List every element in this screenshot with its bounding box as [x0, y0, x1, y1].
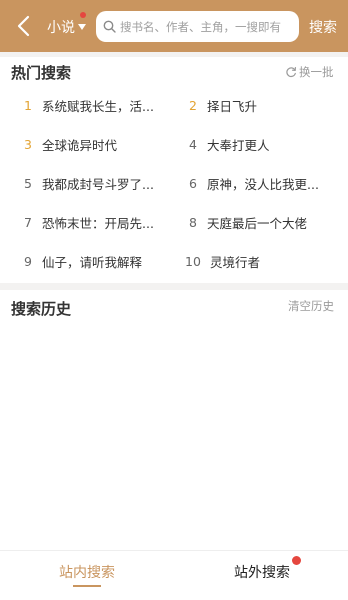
rank-number: 9 [24, 253, 32, 269]
rank-number: 3 [24, 136, 32, 152]
book-title: 择日飞升 [207, 98, 258, 114]
active-tab-indicator [73, 585, 101, 587]
tab-outside-search[interactable]: 站外搜索 [234, 562, 290, 582]
rank-number: 8 [189, 214, 197, 230]
hot-item[interactable]: 10 灵境行者 [182, 250, 260, 272]
search-button[interactable]: 搜索 [309, 17, 337, 37]
book-title: 仙子，请听我解释 [42, 254, 143, 270]
back-arrow-icon[interactable] [14, 14, 36, 38]
divider [0, 283, 348, 290]
divider [0, 52, 348, 57]
rank-number: 5 [24, 175, 32, 191]
hot-item[interactable]: 5 我都成封号斗罗了... [20, 172, 154, 194]
category-dropdown[interactable]: 小说 [47, 12, 86, 37]
top-bar: 小说 搜索 [0, 0, 348, 52]
category-label: 小说 [47, 20, 75, 36]
search-bar[interactable] [96, 11, 299, 42]
hot-item[interactable]: 8 天庭最后一个大佬 [185, 211, 307, 233]
chevron-down-icon [78, 24, 86, 30]
refresh-label: 换一批 [299, 65, 334, 79]
book-title: 我都成封号斗罗了... [42, 176, 154, 192]
rank-number: 7 [24, 214, 32, 230]
rank-number: 2 [189, 97, 197, 113]
search-input[interactable] [120, 19, 299, 34]
hot-item[interactable]: 1 系统赋我长生，活... [20, 94, 154, 116]
notification-dot [292, 556, 301, 565]
hot-item[interactable]: 6 原神，没人比我更... [185, 172, 319, 194]
hot-search-title: 热门搜索 [11, 64, 72, 82]
tab-inside-search[interactable]: 站内搜索 [59, 562, 115, 582]
book-title: 灵境行者 [210, 254, 261, 270]
book-title: 恐怖末世：开局先... [42, 215, 154, 231]
hot-item[interactable]: 2 择日飞升 [185, 94, 257, 116]
book-title: 天庭最后一个大佬 [207, 215, 308, 231]
book-title: 全球诡异时代 [42, 137, 118, 153]
hot-item[interactable]: 9 仙子，请听我解释 [20, 250, 142, 272]
search-icon [103, 20, 116, 33]
rank-number: 6 [189, 175, 197, 191]
hot-item[interactable]: 4 大奉打更人 [185, 133, 270, 155]
book-title: 系统赋我长生，活... [42, 98, 154, 114]
hot-item[interactable]: 7 恐怖末世：开局先... [20, 211, 154, 233]
clear-history-button[interactable]: 清空历史 [288, 298, 334, 314]
notification-dot [80, 12, 86, 18]
rank-number: 4 [189, 136, 197, 152]
refresh-icon [286, 67, 296, 78]
rank-number: 1 [24, 97, 32, 113]
hot-item[interactable]: 3 全球诡异时代 [20, 133, 117, 155]
search-history-title: 搜索历史 [11, 300, 72, 318]
refresh-button[interactable]: 换一批 [285, 64, 334, 80]
book-title: 原神，没人比我更... [207, 176, 319, 192]
book-title: 大奉打更人 [207, 137, 270, 153]
rank-number: 10 [185, 253, 201, 269]
